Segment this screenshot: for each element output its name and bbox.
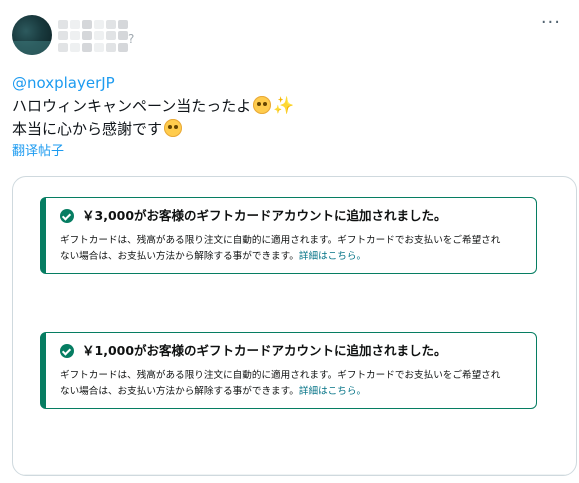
sparkles-icon: ✨ xyxy=(273,96,295,116)
username-blurred[interactable]: ? xyxy=(58,20,134,52)
tweet-line-2: 本当に心から感謝です xyxy=(12,118,562,141)
details-link[interactable]: 詳細はこちら。 xyxy=(299,251,366,262)
avatar[interactable] xyxy=(12,15,52,55)
more-options-icon[interactable]: ··· xyxy=(541,14,561,32)
notice-title: ￥1,000がお客様のギフトカードアカウントに追加されました。 xyxy=(82,343,447,358)
media-image[interactable]: ￥3,000がお客様のギフトカードアカウントに追加されました。 ギフトカードは、… xyxy=(12,176,577,476)
notice-title: ￥3,000がお客様のギフトカードアカウントに追加されました。 xyxy=(82,208,447,223)
tweet-line-1-text: ハロウィンキャンペーン当たったよ xyxy=(12,97,252,115)
check-circle-icon xyxy=(60,344,74,358)
gift-card-notice: ￥3,000がお客様のギフトカードアカウントに追加されました。 ギフトカードは、… xyxy=(40,197,537,274)
avatar-image xyxy=(12,41,52,55)
pleading-face-icon xyxy=(253,96,272,114)
notice-body: ギフトカードは、残高がある限り注文に自動的に適用されます。ギフトカードでお支払い… xyxy=(60,233,524,265)
notice-body-line-1: ギフトカードは、残高がある限り注文に自動的に適用されます。ギフトカードでお支払い… xyxy=(60,235,501,246)
mention-link[interactable]: @noxplayerJP xyxy=(12,74,115,92)
notice-body: ギフトカードは、残高がある限り注文に自動的に適用されます。ギフトカードでお支払い… xyxy=(60,368,524,400)
notice-body-line-1: ギフトカードは、残高がある限り注文に自動的に適用されます。ギフトカードでお支払い… xyxy=(60,370,501,381)
gift-card-notice: ￥1,000がお客様のギフトカードアカウントに追加されました。 ギフトカードは、… xyxy=(40,332,537,409)
tweet-text: @noxplayerJP ハロウィンキャンペーン当たったよ ✨ 本当に心から感謝で… xyxy=(12,72,562,161)
tweet-line-1: ハロウィンキャンペーン当たったよ ✨ xyxy=(12,95,562,118)
username-suffix: ? xyxy=(128,32,135,46)
notice-body-line-2: ない場合は、お支払い方法から解除する事ができます。 xyxy=(60,386,299,397)
relieved-face-icon xyxy=(164,119,183,137)
divider xyxy=(13,474,576,475)
check-circle-icon xyxy=(60,209,74,223)
details-link[interactable]: 詳細はこちら。 xyxy=(299,386,366,397)
translate-post-link[interactable]: 翻译帖子 xyxy=(12,143,562,161)
notice-body-line-2: ない場合は、お支払い方法から解除する事ができます。 xyxy=(60,251,299,262)
tweet-line-2-text: 本当に心から感謝です xyxy=(12,120,163,138)
